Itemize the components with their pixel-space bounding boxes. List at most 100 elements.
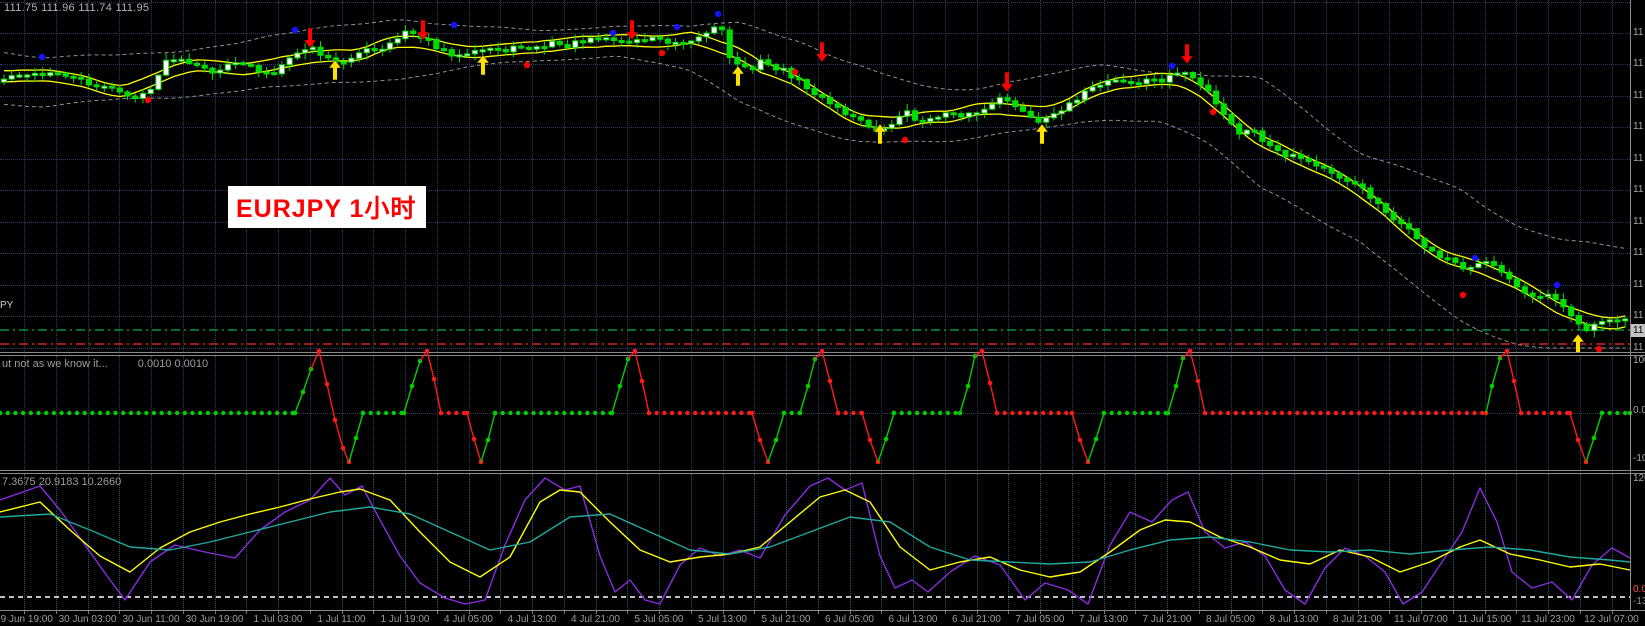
candle-body	[1583, 323, 1590, 332]
candle-body	[981, 108, 988, 114]
zigzag-dot	[44, 410, 49, 416]
time-label: 5 Jul 13:00	[698, 614, 747, 625]
candle-body	[1290, 153, 1297, 158]
price-axis[interactable]: 1111111111111111111111111000.0-101200.0-…	[1630, 0, 1645, 610]
zigzag-segment	[619, 358, 629, 387]
middle-indicator-title: ut not as we know it...	[2, 358, 108, 370]
zigzag-dot	[1048, 410, 1054, 416]
candle-body	[1182, 72, 1189, 75]
indicator-panel-middle[interactable]: ut not as we know it... 0.0010 0.0010	[0, 348, 1633, 470]
zigzag-dot	[36, 410, 41, 416]
candle-body	[487, 47, 494, 51]
signal-dot-blue	[609, 29, 617, 37]
zigzag-dot	[1549, 410, 1555, 416]
candle-body	[1436, 250, 1444, 259]
zigzag-dot	[945, 410, 951, 416]
candle-body	[626, 40, 633, 44]
candle-body	[942, 112, 949, 118]
candle-body	[16, 74, 23, 78]
zigzag-dot	[1002, 410, 1007, 416]
bottom-axis-top: 120	[1633, 473, 1645, 484]
zigzag-dot	[1233, 410, 1239, 416]
candle-body	[502, 48, 509, 53]
zigzag-dot	[1464, 410, 1470, 416]
zigzag-dot	[669, 410, 675, 416]
zigzag-dot	[1456, 410, 1462, 416]
zigzag-dot	[539, 410, 544, 416]
zigzag-segment	[641, 380, 650, 414]
zigzag-dot	[221, 410, 226, 416]
candle-body	[1120, 79, 1127, 83]
zigzag-dot	[922, 410, 927, 416]
candle-body	[278, 64, 285, 75]
zigzag-dot	[213, 410, 218, 416]
candle-body	[263, 71, 270, 75]
main-chart-panel[interactable]: 111.75 111.96 111.74 111.95 PY EURJPY 1小…	[0, 0, 1630, 355]
candle-body	[765, 59, 772, 66]
candle-body	[379, 48, 386, 52]
candle-body	[109, 85, 116, 89]
candle-body	[865, 119, 872, 128]
zigzag-dot	[508, 410, 513, 416]
zigzag-segment	[767, 439, 777, 463]
candle-body	[31, 72, 38, 76]
zigzag-segment	[634, 350, 643, 382]
zigzag-dot	[953, 410, 958, 416]
candle-body	[1537, 295, 1544, 299]
zigzag-dot	[585, 410, 590, 416]
candle-body	[247, 63, 255, 67]
price-axis-label: 11	[1633, 247, 1644, 258]
candle-body	[1351, 181, 1359, 185]
candle-body	[1375, 197, 1382, 205]
time-label: 11 Jul 15:00	[1457, 614, 1512, 625]
zigzag-dot	[1225, 410, 1231, 416]
candle-body	[1074, 99, 1081, 104]
candle-body	[1382, 203, 1390, 213]
candle-body	[1390, 211, 1397, 221]
zigzag-dot	[851, 410, 856, 416]
candle-body	[734, 57, 741, 65]
candle-body	[402, 30, 409, 40]
candle-body	[726, 29, 733, 58]
candle-body	[850, 114, 857, 118]
signal-dot-red	[1459, 291, 1467, 299]
zigzag-dot	[891, 410, 897, 416]
symbol-label-box: EURJPY 1小时	[228, 186, 426, 228]
candle-body	[610, 37, 617, 41]
bottom-indicator-label: 7.3675 20.9183 10.2660	[2, 476, 121, 488]
time-axis[interactable]: 29 Jun 19:00 30 Jun 03:00 30 Jun 11:00 30 J…	[0, 610, 1645, 626]
zigzag-dot	[646, 410, 652, 416]
candle-body	[811, 88, 818, 96]
candle-body	[896, 115, 903, 126]
zigzag-dot	[121, 410, 126, 416]
signal-dot-red	[791, 68, 799, 76]
zigzag-dot	[685, 410, 690, 416]
time-tick	[1579, 611, 1581, 614]
candle-body	[217, 69, 224, 74]
candle-body	[1019, 106, 1027, 112]
signal-dot-blue	[1471, 254, 1479, 262]
zigzag-dot	[1534, 410, 1539, 416]
candle-body	[935, 116, 942, 120]
candle-body	[1197, 77, 1204, 86]
signal-dot-red	[658, 49, 666, 57]
signal-dot-blue	[450, 21, 458, 29]
zigzag-segment	[751, 412, 761, 441]
time-tick	[436, 611, 438, 614]
zigzag-dot	[1140, 410, 1145, 416]
zigzag-dot	[1615, 410, 1620, 416]
candle-body	[1529, 292, 1536, 297]
middle-axis-bottom: -10	[1633, 453, 1645, 464]
indicator-panel-bottom[interactable]: 7.3675 20.9183 10.2660	[0, 474, 1631, 610]
candle-body	[549, 40, 556, 48]
zigzag-segment	[466, 412, 475, 440]
signal-dot-blue	[1168, 62, 1176, 70]
middle-axis-top: 100	[1633, 355, 1645, 366]
zigzag-segment	[1189, 350, 1199, 382]
zigzag-segment	[1095, 412, 1105, 440]
candle-body	[1568, 306, 1575, 317]
zigzag-segment	[1585, 437, 1595, 463]
zigzag-dot	[259, 410, 264, 416]
zigzag-dot	[438, 410, 444, 416]
candle-body	[1460, 262, 1467, 270]
